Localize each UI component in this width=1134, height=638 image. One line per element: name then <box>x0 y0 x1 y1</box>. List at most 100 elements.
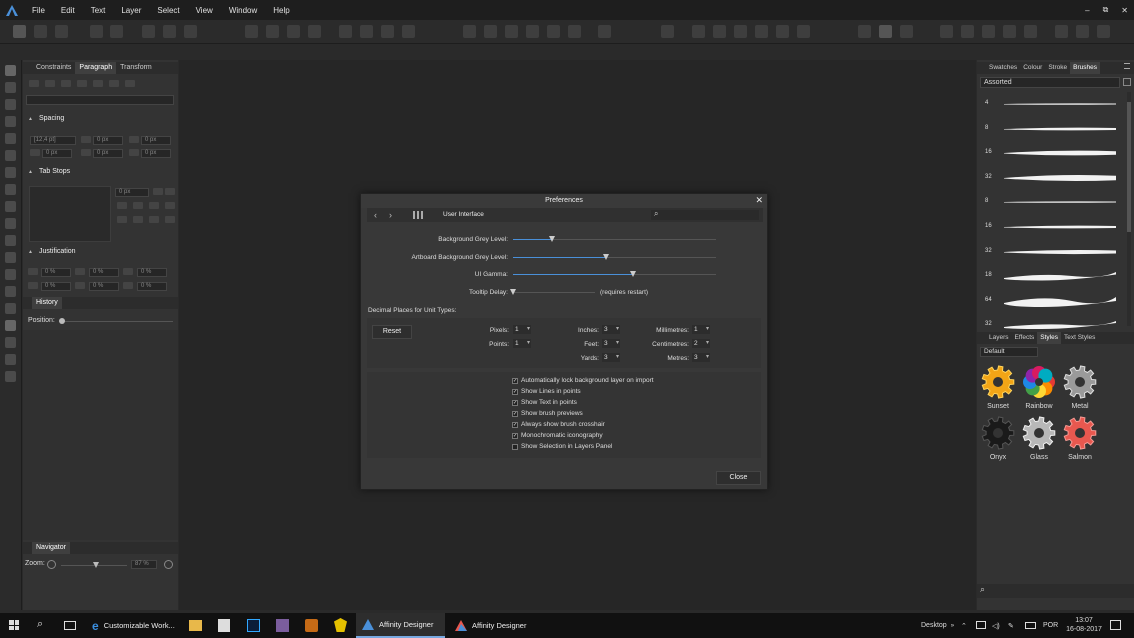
justify-icon[interactable] <box>109 80 119 87</box>
menu-text[interactable]: Text <box>83 6 114 15</box>
paragraph-style-dropdown[interactable] <box>26 95 174 105</box>
rectangle-tool-icon[interactable] <box>5 252 16 263</box>
metres-dropdown[interactable]: 3 <box>692 353 710 362</box>
brush-scrollbar-thumb[interactable] <box>1127 102 1131 232</box>
align-right-icon[interactable] <box>61 80 71 87</box>
word-spacing-desired-field[interactable]: 0 % <box>89 268 119 277</box>
align-icon[interactable] <box>484 25 497 38</box>
arrange-icon[interactable] <box>776 25 789 38</box>
transparency-tool-icon[interactable] <box>5 201 16 212</box>
snapping-icon[interactable] <box>858 25 871 38</box>
brush-previews-checkbox[interactable]: ✓ Show brush previews <box>512 410 583 417</box>
tab-align-icon[interactable] <box>149 202 159 209</box>
artboard-tool-icon[interactable] <box>5 82 16 93</box>
taskbar-affinity-designer-1[interactable]: Affinity Designer <box>356 613 445 638</box>
tab-effects[interactable]: Effects <box>1012 332 1038 344</box>
tab-navigator[interactable]: Navigator <box>32 542 70 554</box>
word-spacing-min-field[interactable]: 0 % <box>41 268 71 277</box>
tab-stops-list[interactable] <box>29 186 111 242</box>
pixel-persona-icon[interactable] <box>34 25 47 38</box>
tab-paragraph[interactable]: Paragraph <box>75 62 117 74</box>
zoom-value-field[interactable]: 87 % <box>131 560 157 569</box>
brush-item[interactable]: 16 <box>977 215 1127 239</box>
close-button[interactable]: Close <box>716 471 761 485</box>
windows-start-icon[interactable] <box>9 620 19 630</box>
tab-brushes[interactable]: Brushes <box>1070 62 1100 74</box>
letter-spacing-desired-field[interactable]: 0 % <box>89 282 119 291</box>
tab-leader-icon[interactable] <box>165 216 175 223</box>
tab-transform[interactable]: Transform <box>116 62 156 74</box>
justify-icon[interactable] <box>125 80 135 87</box>
tab-leader-icon[interactable] <box>149 216 159 223</box>
brush-options-icon[interactable] <box>1123 78 1131 86</box>
file-explorer-icon[interactable] <box>189 620 202 631</box>
boolean-icon[interactable] <box>1024 25 1037 38</box>
toolbar-icon[interactable] <box>1097 25 1110 38</box>
back-icon[interactable]: ‹ <box>374 210 377 220</box>
slider-knob[interactable] <box>548 236 555 242</box>
justify-icon[interactable] <box>93 80 103 87</box>
brush-item[interactable]: 4 <box>977 92 1127 116</box>
left-indent-field[interactable]: 0 px <box>93 149 123 158</box>
dialog-close-icon[interactable]: ✕ <box>755 195 763 206</box>
style-metal[interactable]: Metal <box>1060 365 1100 410</box>
app-icon[interactable] <box>276 619 289 632</box>
tab-align-icon[interactable] <box>133 202 143 209</box>
brush-category-dropdown[interactable]: Assorted <box>980 77 1120 88</box>
search-icon[interactable]: ⌕ <box>37 618 43 631</box>
reset-button[interactable]: Reset <box>372 325 412 339</box>
node-tool-icon[interactable] <box>5 99 16 110</box>
history-slider-knob[interactable] <box>59 318 65 324</box>
add-tab-icon[interactable] <box>153 188 163 195</box>
minimize-button[interactable]: – <box>1085 6 1089 15</box>
checkbox-box[interactable]: ✓ <box>512 421 518 428</box>
style-sunset[interactable]: Sunset <box>978 365 1018 410</box>
fill-tool-icon[interactable] <box>5 184 16 195</box>
toolbar-icon[interactable] <box>661 25 674 38</box>
pen-icon[interactable]: ✎ <box>1008 613 1014 638</box>
checkbox-box[interactable]: ✓ <box>512 410 518 417</box>
menu-file[interactable]: File <box>24 6 53 15</box>
tab-history[interactable]: History <box>32 297 62 309</box>
search-input[interactable] <box>651 210 759 220</box>
selection-in-layers-checkbox[interactable]: Show Selection in Layers Panel <box>512 443 612 450</box>
tab-stroke[interactable]: Stroke <box>1045 62 1070 74</box>
style-rainbow[interactable]: Rainbow <box>1019 365 1059 410</box>
pencil-tool-icon[interactable] <box>5 150 16 161</box>
crop-tool-icon[interactable] <box>5 235 16 246</box>
indent-field[interactable]: 0 px <box>42 149 72 158</box>
toolbar-icon[interactable] <box>381 25 394 38</box>
space-before-field[interactable]: 0 px <box>93 136 123 145</box>
tab-text-styles[interactable]: Text Styles <box>1061 332 1098 344</box>
tab-constraints[interactable]: Constraints <box>32 62 75 74</box>
align-icon[interactable] <box>526 25 539 38</box>
chevron-up-icon[interactable]: ⌃ <box>961 613 967 638</box>
snapping-icon[interactable] <box>900 25 913 38</box>
tab-stop-field[interactable]: 0 px <box>115 188 149 197</box>
tab-layers[interactable]: Layers <box>986 332 1012 344</box>
grid-view-icon[interactable] <box>413 211 425 219</box>
pen-tool-icon[interactable] <box>5 133 16 144</box>
boolean-icon[interactable] <box>1003 25 1016 38</box>
align-icon[interactable] <box>568 25 581 38</box>
checkbox-box[interactable] <box>512 443 518 450</box>
monochromatic-icons-checkbox[interactable]: ✓ Monochromatic iconography <box>512 432 603 439</box>
move-tool-icon[interactable] <box>5 65 16 76</box>
centimetres-dropdown[interactable]: 2 <box>692 339 710 348</box>
zoom-slider-knob[interactable] <box>93 562 99 568</box>
checkbox-box[interactable]: ✓ <box>512 399 518 406</box>
word-spacing-max-field[interactable]: 0 % <box>137 268 167 277</box>
brush-item[interactable]: 16 <box>977 141 1127 165</box>
brush-item[interactable]: 8 <box>977 117 1127 141</box>
tab-leader-icon[interactable] <box>117 216 127 223</box>
taskbar-edge-window[interactable]: e Customizable Work... <box>86 613 182 638</box>
millimetres-dropdown[interactable]: 1 <box>692 325 710 334</box>
shape-tool-icon[interactable] <box>5 303 16 314</box>
artboard-grey-slider[interactable] <box>513 254 716 260</box>
toolbar-icon[interactable] <box>598 25 611 38</box>
brush-item[interactable]: 64 <box>977 289 1127 313</box>
toolbar-icon[interactable] <box>163 25 176 38</box>
history-list[interactable] <box>23 330 178 540</box>
align-icon[interactable] <box>547 25 560 38</box>
forward-icon[interactable]: › <box>389 210 392 220</box>
